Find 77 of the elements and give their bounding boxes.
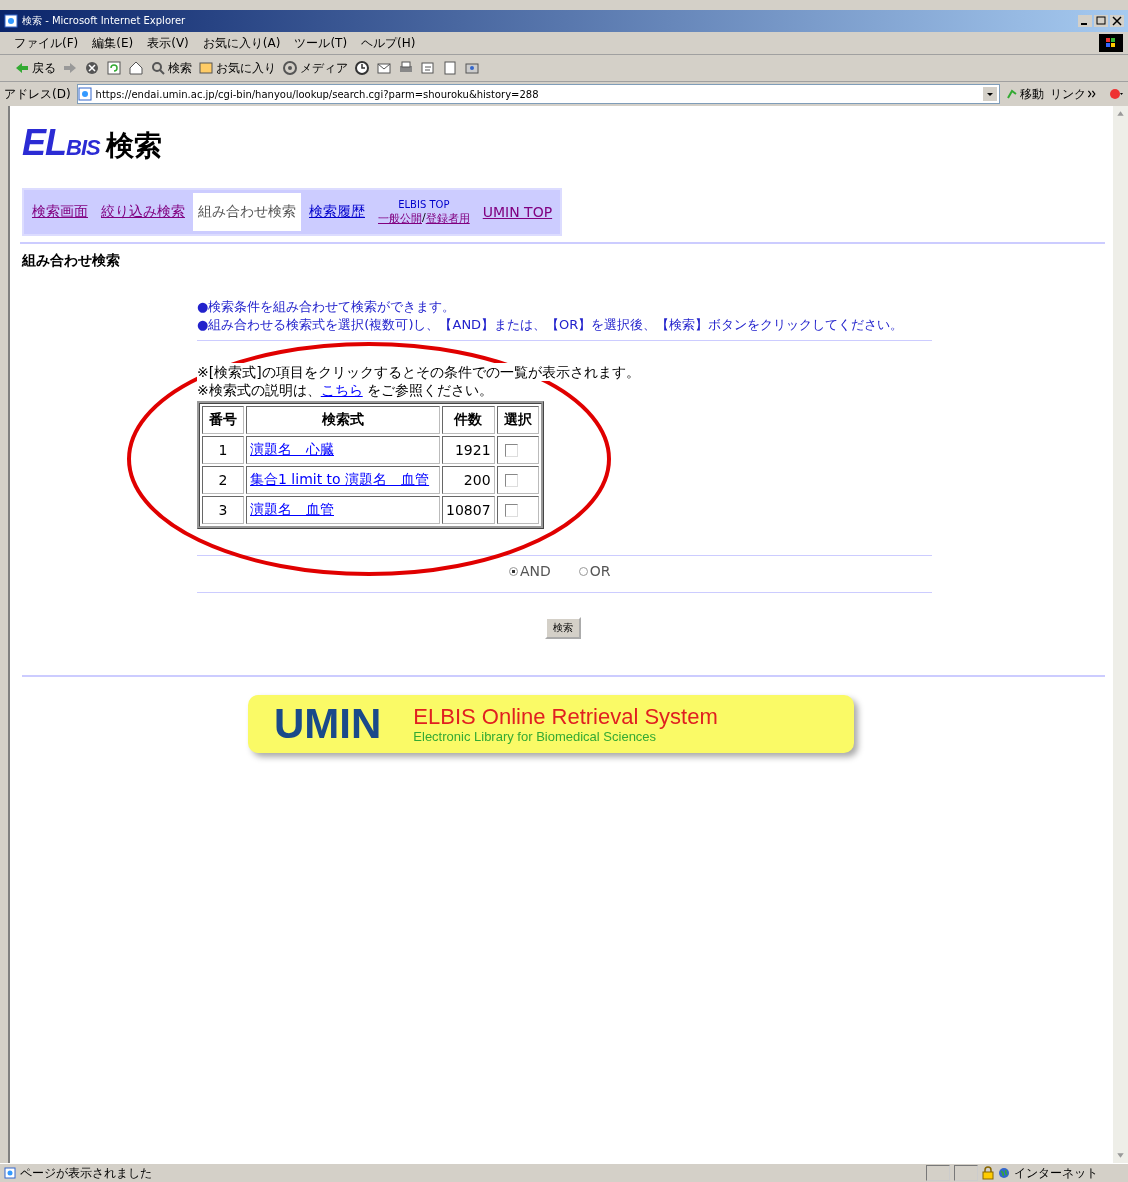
- toolbar-button[interactable]: [128, 60, 144, 76]
- document-icon: [420, 60, 436, 76]
- table-cell: 1921: [442, 436, 495, 464]
- page-icon: [4, 14, 18, 28]
- tab-link[interactable]: 登録者用: [425, 210, 470, 226]
- toolbar-button[interactable]: 戻る: [14, 59, 56, 77]
- clock-icon: [354, 60, 370, 76]
- dropdown-icon[interactable]: [983, 87, 997, 101]
- table-cell: 3: [202, 496, 244, 524]
- links-button[interactable]: リンク: [1050, 85, 1086, 103]
- toolbar-button[interactable]: [354, 60, 370, 76]
- menu-item[interactable]: お気に入り(A): [202, 34, 281, 52]
- maximize-button[interactable]: [1094, 15, 1108, 27]
- banner[interactable]: UMIN ELBIS Online Retrieval System Electronic Library for Biomedical Sciences: [248, 695, 854, 753]
- monitor-icon: [464, 60, 480, 76]
- toolbar-button[interactable]: メディア: [282, 59, 348, 77]
- window-title: 検索 - Microsoft Internet Explorer: [22, 14, 187, 28]
- help-link[interactable]: こちら: [320, 382, 363, 398]
- mail-icon: [376, 60, 392, 76]
- table-cell: 1: [202, 436, 244, 464]
- menu-item[interactable]: 表示(V): [147, 34, 189, 52]
- go-button[interactable]: 移動: [1006, 85, 1044, 103]
- instruction-text: ●組み合わせる検索式を選択(複数可)し、【AND】または、【OR】を選択後、【検索】ボタンをクリックしてください。: [197, 316, 905, 334]
- hint-text: ※検索式の説明は、: [197, 382, 321, 398]
- checkbox[interactable]: [504, 443, 518, 457]
- table-cell: 200: [442, 466, 495, 494]
- folder-icon: [198, 60, 214, 76]
- page-icon: [4, 1167, 16, 1179]
- minimize-button[interactable]: [1078, 15, 1092, 27]
- toolbar-button[interactable]: お気に入り: [198, 59, 276, 77]
- stop-icon: [84, 60, 100, 76]
- toolbar-button[interactable]: 検索: [150, 59, 192, 77]
- zone-text: インターネット: [1014, 1164, 1099, 1182]
- section-heading: 組み合わせ検索: [22, 252, 121, 270]
- table-cell: 2: [202, 466, 244, 494]
- address-label: アドレス(D): [4, 85, 71, 103]
- column-header: 検索式: [246, 406, 440, 434]
- brand-text: UMIN: [274, 700, 382, 748]
- page-title: 検索: [105, 128, 162, 164]
- column-header: 選択: [496, 406, 539, 434]
- search-button[interactable]: 検索: [544, 617, 581, 639]
- checkbox[interactable]: [504, 473, 518, 487]
- lock-icon: [982, 1166, 994, 1180]
- radio-option[interactable]: OR: [578, 563, 611, 579]
- separator-text: /: [422, 210, 426, 226]
- menu-item[interactable]: 編集(E): [92, 34, 134, 52]
- menu-item[interactable]: ファイル(F): [14, 34, 79, 52]
- tab-link[interactable]: 一般公開: [378, 210, 422, 226]
- search-icon: [150, 60, 166, 76]
- address-field[interactable]: https://endai.umin.ac.jp/cgi-bin/hanyou/lookup/search.cgi?parm=shouroku&history=288: [76, 84, 1000, 104]
- banner-title: ELBIS Online Retrieval System: [413, 704, 718, 729]
- windows-logo-icon: [1098, 34, 1124, 52]
- refresh-icon: [106, 60, 122, 76]
- hint-text: をご参照ください。: [366, 382, 493, 398]
- menu-item[interactable]: ヘルプ(H): [361, 34, 416, 52]
- instruction-text: ●検索条件を組み合わせて検索ができます。: [197, 298, 457, 316]
- disc-icon: [282, 60, 298, 76]
- globe-icon: [998, 1167, 1010, 1179]
- home-icon: [128, 60, 144, 76]
- forward-arrow-icon: [62, 60, 78, 76]
- checkbox[interactable]: [504, 503, 518, 517]
- close-button[interactable]: [1110, 15, 1124, 27]
- column-header: 件数: [442, 406, 495, 434]
- menu-item[interactable]: ツール(T): [294, 34, 348, 52]
- tab-title: ELBIS TOP: [398, 198, 450, 210]
- toolbar-button[interactable]: [84, 60, 100, 76]
- logo-text: ELBIS: [22, 122, 100, 164]
- table-cell: 10807: [442, 496, 495, 524]
- radio-option[interactable]: AND: [509, 563, 551, 579]
- column-header: 番号: [202, 406, 244, 434]
- page-icon: [442, 60, 458, 76]
- back-arrow-icon: [14, 60, 30, 76]
- tab[interactable]: 組み合わせ検索: [193, 193, 301, 231]
- banner-subtitle: Electronic Library for Biomedical Sciences: [413, 728, 657, 744]
- page-icon: [77, 87, 92, 101]
- status-text: ページが表示されました: [20, 1164, 152, 1182]
- scrollbar[interactable]: [1113, 106, 1128, 1163]
